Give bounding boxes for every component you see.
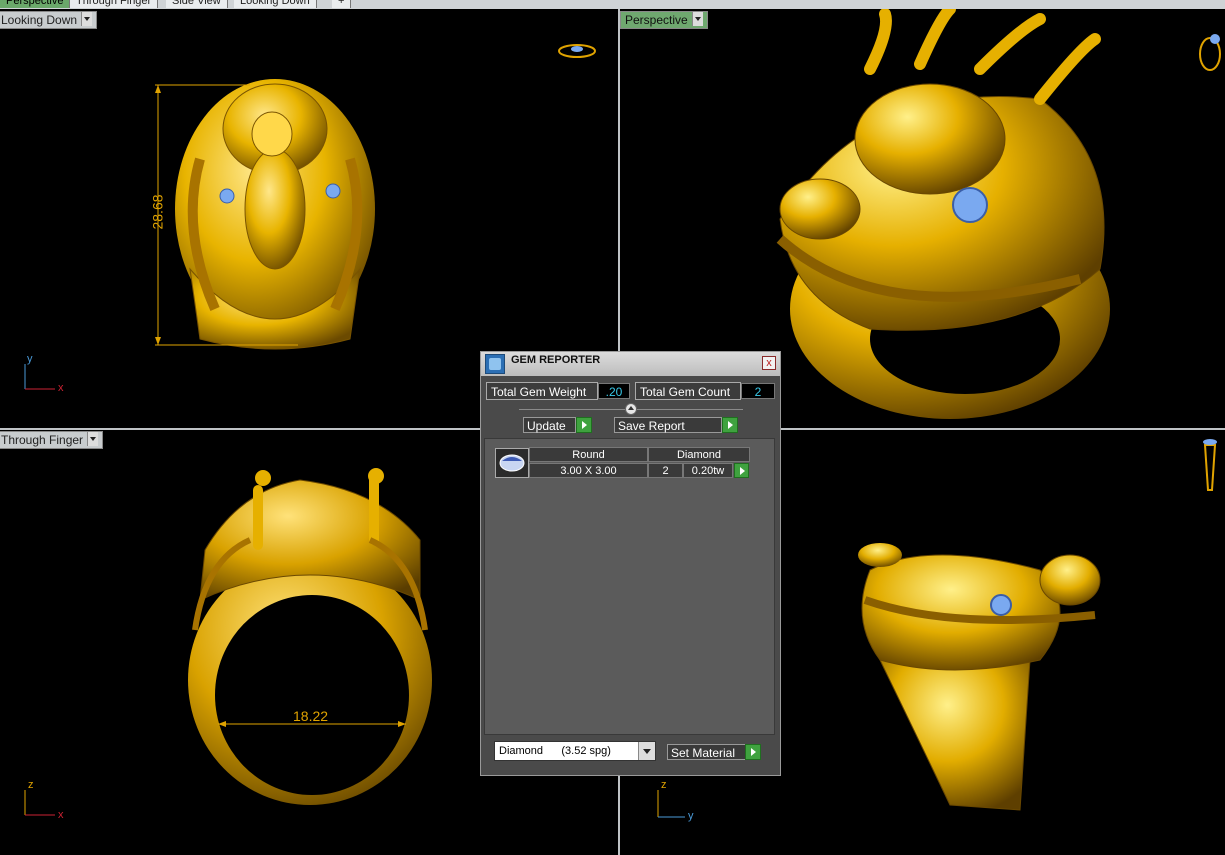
tab-add[interactable]: + (332, 0, 352, 8)
viewport-label-looking-down[interactable]: Looking Down (0, 11, 98, 29)
gem-count-cell: 2 (648, 463, 683, 478)
total-gem-weight-value: .20 (598, 383, 630, 399)
axis-x-label: x (58, 382, 64, 394)
save-report-go-icon[interactable] (722, 417, 738, 433)
axis-z-label: z (28, 779, 34, 791)
axis-z-label: z (661, 779, 667, 791)
viewport-label-perspective[interactable]: Perspective (620, 11, 708, 29)
viewport-label-text: Looking Down (1, 13, 78, 27)
gem-reporter-icon (485, 354, 505, 374)
update-go-icon[interactable] (576, 417, 592, 433)
view-tab-bar: Perspective Through Finger Side View Loo… (0, 0, 1225, 9)
gem-size-cell: 3.00 X 3.00 (529, 463, 648, 478)
tab-perspective[interactable]: Perspective (0, 0, 71, 8)
axis-y-label: y (27, 353, 33, 365)
tab-through-finger[interactable]: Through Finger (70, 0, 159, 8)
gem-shape-header: Round (529, 447, 648, 462)
gem-list-panel: Round Diamond 3.00 X 3.00 2 0.20tw (484, 438, 775, 735)
dimension-inner-diameter: 18.22 (293, 708, 329, 724)
viewport-label-through-finger[interactable]: Through Finger (0, 431, 104, 449)
set-material-go-icon[interactable] (745, 744, 761, 760)
close-icon[interactable]: x (762, 356, 776, 370)
viewport-label-text: Perspective (625, 13, 688, 27)
chevron-down-icon[interactable] (638, 742, 655, 760)
gem-material-header: Diamond (648, 447, 750, 462)
total-gem-weight-label: Total Gem Weight (486, 382, 598, 400)
gem-row-go-icon[interactable] (734, 463, 749, 478)
chevron-down-icon[interactable] (81, 12, 93, 26)
round-gem-icon[interactable] (495, 448, 529, 478)
set-material-button[interactable]: Set Material (667, 744, 747, 760)
collapse-toggle-icon[interactable] (625, 403, 637, 415)
viewport-label-text: Through Finger (1, 433, 84, 447)
dialog-titlebar[interactable]: GEM REPORTER x (481, 352, 780, 376)
tab-looking-down[interactable]: Looking Down (234, 0, 317, 8)
save-report-button[interactable]: Save Report (614, 417, 722, 433)
dialog-title: GEM REPORTER (511, 354, 601, 366)
chevron-down-icon[interactable] (691, 12, 703, 26)
material-select[interactable]: Diamond (3.52 spg) (494, 741, 656, 761)
tab-side-view[interactable]: Side View (166, 0, 228, 8)
total-gem-count-label: Total Gem Count (635, 382, 741, 400)
axis-y-label: y (688, 810, 694, 822)
material-select-value: Diamond (3.52 spg) (499, 745, 611, 757)
gem-weight-cell: 0.20tw (683, 463, 733, 478)
total-gem-count-value: 2 (741, 383, 775, 399)
gem-reporter-dialog: GEM REPORTER x Total Gem Weight .20 Tota… (480, 351, 781, 776)
axis-x-label: x (58, 809, 64, 821)
chevron-down-icon[interactable] (87, 432, 99, 446)
dimension-height: 28.68 (149, 194, 166, 230)
update-button[interactable]: Update (523, 417, 576, 433)
